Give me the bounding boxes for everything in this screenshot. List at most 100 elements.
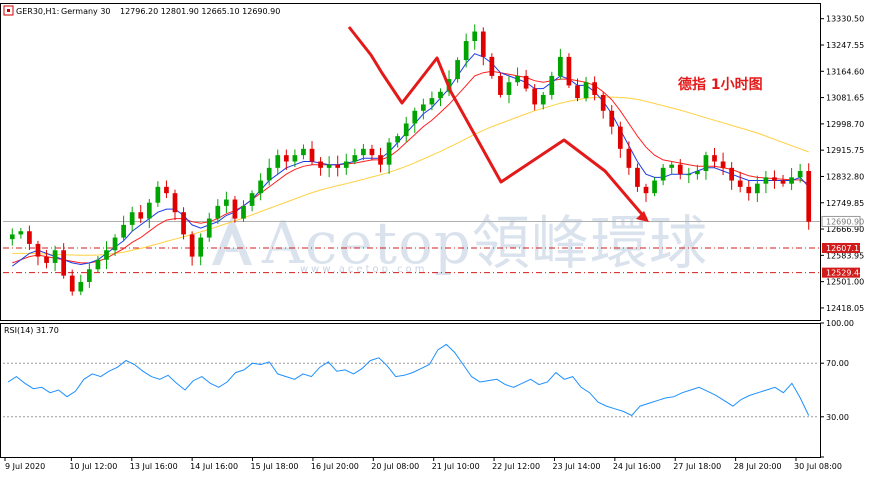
candle-body: [720, 161, 726, 168]
candle-body: [369, 148, 375, 156]
candle-body: [35, 243, 41, 257]
candle-body: [386, 142, 392, 165]
candle-body: [206, 218, 212, 238]
candle-body: [729, 167, 734, 181]
chart-canvas[interactable]: Acetop領峰環球 www.acetop.com 13330.50 13247.…: [0, 0, 870, 474]
candle-body: [463, 41, 469, 61]
candle-body: [746, 186, 752, 194]
candle-body: [172, 193, 178, 213]
time-tick-label: 9 Jul 2020: [5, 462, 45, 471]
time-tick-label: 10 Jul 12:00: [69, 462, 117, 471]
watermark: Acetop領峰環球 www.acetop.com: [212, 209, 707, 277]
rsi-tick-label: 30.00: [826, 413, 849, 422]
candle-body: [429, 98, 435, 105]
candle-body: [361, 148, 366, 156]
candle-body: [686, 174, 692, 176]
candle-body: [258, 180, 263, 194]
candle-body: [549, 75, 555, 95]
price-tick-label: 12418.05: [826, 304, 864, 313]
level-price-label: 12607.17: [826, 244, 864, 253]
candle: [455, 57, 460, 83]
time-tick-label: 23 Jul 14:00: [552, 462, 600, 471]
candle-body: [472, 31, 478, 42]
rsi-panel-frame: [0, 323, 821, 458]
candle-body: [412, 110, 418, 124]
candle-body: [395, 136, 401, 143]
watermark-subtext: www.acetop.com: [300, 264, 428, 275]
candle-body: [712, 155, 717, 162]
time-axis: 9 Jul 2020 10 Jul 12:00 13 Jul 16:00 14 Jul…: [4, 457, 842, 471]
price-labels: 12690.90 12607.17 12529.44: [821, 215, 864, 278]
candle-body: [146, 202, 152, 219]
candle-body: [498, 75, 503, 95]
candle-body: [138, 212, 144, 219]
time-tick-label: 22 Jul 12:00: [492, 462, 540, 471]
candle-body: [9, 234, 15, 240]
current-price-label: 12690.90: [826, 217, 864, 226]
candle-body: [121, 224, 126, 238]
time-tick-label: 28 Jul 20:00: [734, 462, 782, 471]
candle-body: [703, 155, 709, 172]
candle-body: [275, 155, 281, 168]
header: GER30,H1: Germany 30 12796.20 12801.90 1…: [3, 5, 280, 16]
candle-body: [772, 177, 777, 181]
level-price-label: 12529.44: [826, 269, 864, 278]
header-name: Germany 30: [61, 7, 111, 16]
candle-body: [669, 164, 675, 168]
candle-body: [241, 205, 246, 219]
candle-body: [52, 250, 58, 263]
price-tick-label: 13081.65: [826, 94, 864, 103]
candle: [566, 53, 572, 88]
time-tick-label: 20 Jul 08:00: [371, 462, 419, 471]
header-symbol: GER30,H1:: [16, 7, 59, 16]
candle-body: [532, 88, 538, 105]
candle-body: [566, 56, 572, 86]
candle-body: [18, 231, 24, 235]
candle-body: [164, 186, 169, 194]
candle-body: [660, 167, 666, 181]
candle-body: [754, 183, 760, 194]
time-tick-label: 30 Jul 08:00: [794, 462, 842, 471]
header-ohlc: 12796.20 12801.90 12665.10 12690.90: [120, 7, 280, 16]
price-tick-label: 13247.55: [826, 41, 864, 50]
candle-body: [378, 155, 383, 165]
candle-body: [438, 91, 443, 99]
candle-body: [489, 56, 495, 76]
candle-body: [763, 177, 769, 184]
candle-body: [61, 250, 67, 276]
rsi-tick-label: 100.00: [826, 319, 854, 328]
candle-body: [283, 155, 289, 162]
candle-body: [806, 171, 812, 222]
rsi-axis: 100.00 70.00 30.00: [820, 319, 854, 458]
candle: [498, 72, 503, 98]
candle-body: [600, 94, 606, 111]
candle-body: [558, 56, 563, 76]
candle-body: [352, 155, 358, 162]
candle-body: [480, 31, 486, 57]
candle-body: [780, 180, 786, 184]
price-tick-label: 13330.50: [826, 15, 864, 24]
candle-body: [403, 123, 409, 137]
candle-body: [69, 275, 75, 292]
time-tick-label: 13 Jul 16:00: [130, 462, 178, 471]
candle-body: [301, 148, 306, 156]
candle-body: [129, 212, 135, 225]
candle-body: [78, 281, 84, 292]
time-tick-label: 14 Jul 16:00: [190, 462, 238, 471]
candle-body: [232, 199, 238, 219]
price-tick-label: 12832.80: [826, 172, 864, 181]
candle-body: [420, 104, 426, 111]
rsi-tick-label: 70.00: [826, 359, 849, 368]
candle-body: [609, 110, 615, 127]
candle-body: [343, 161, 349, 168]
candle-body: [95, 259, 101, 270]
time-tick-label: 24 Jul 16:00: [613, 462, 661, 471]
candle: [489, 53, 495, 79]
time-tick-label: 21 Jul 10:00: [432, 462, 480, 471]
price-tick-label: 12915.75: [826, 146, 864, 155]
time-tick-label: 16 Jul 20:00: [311, 462, 359, 471]
candle-body: [44, 256, 49, 263]
candle-body: [635, 167, 640, 187]
candle-body: [592, 82, 597, 95]
candle-body: [515, 75, 520, 83]
